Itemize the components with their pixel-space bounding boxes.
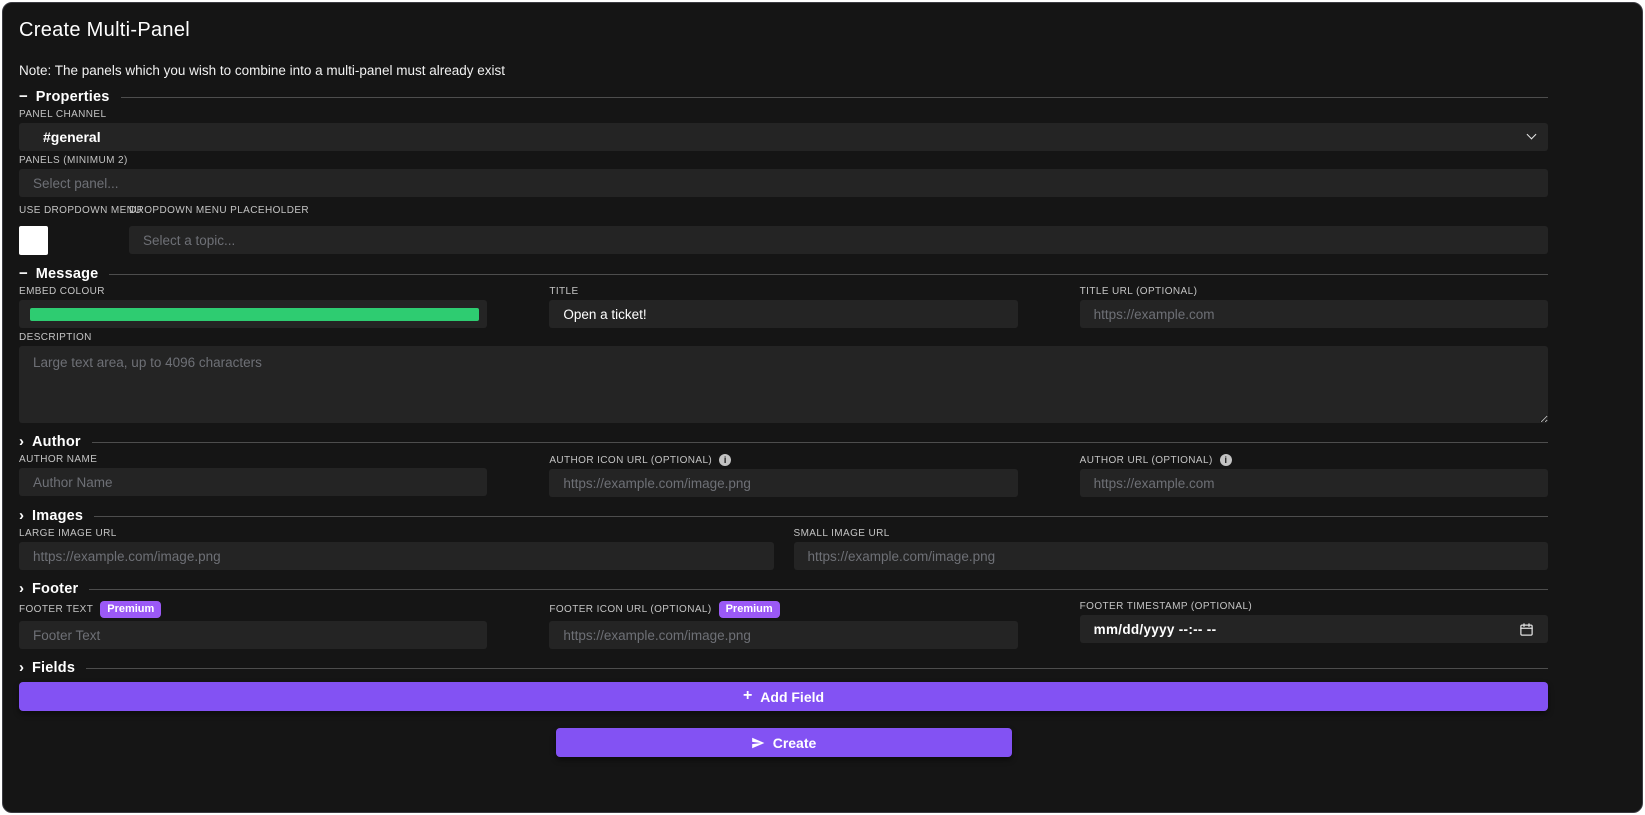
description-label: DESCRIPTION bbox=[19, 332, 92, 343]
form-content: Create Multi-Panel Note: The panels whic… bbox=[19, 3, 1548, 757]
large-image-url-input[interactable] bbox=[19, 542, 774, 570]
small-image-url-input[interactable] bbox=[793, 542, 1548, 570]
premium-badge: Premium bbox=[100, 601, 162, 618]
small-image-url-field: SMALL IMAGE URL bbox=[793, 524, 1548, 570]
title-url-label: TITLE URL (OPTIONAL) bbox=[1079, 286, 1198, 297]
section-label-properties: Properties bbox=[35, 89, 110, 105]
use-dropdown-menu-checkbox[interactable] bbox=[19, 226, 48, 255]
author-url-field: AUTHOR URL (OPTIONAL) i bbox=[1079, 450, 1548, 497]
collapse-minus-icon: − bbox=[19, 265, 28, 282]
author-url-label: AUTHOR URL (OPTIONAL) bbox=[1079, 454, 1213, 466]
footer-icon-url-label: FOOTER ICON URL (OPTIONAL) bbox=[549, 604, 712, 615]
embed-colour-field: EMBED COLOUR bbox=[19, 282, 488, 328]
section-label-footer: Footer bbox=[32, 581, 79, 597]
chevron-right-icon: › bbox=[19, 580, 24, 597]
footer-row: FOOTER TEXT Premium FOOTER ICON URL (OPT… bbox=[19, 597, 1548, 649]
title-field: TITLE bbox=[549, 282, 1018, 328]
section-header-footer[interactable]: › Footer bbox=[19, 581, 1548, 597]
footer-timestamp-field: FOOTER TIMESTAMP (OPTIONAL) mm/dd/yyyy -… bbox=[1079, 597, 1548, 649]
send-icon bbox=[751, 737, 765, 748]
section-rule bbox=[109, 273, 1548, 275]
images-row: LARGE IMAGE URL SMALL IMAGE URL bbox=[19, 524, 1548, 570]
chevron-right-icon: › bbox=[19, 433, 24, 450]
author-name-input[interactable] bbox=[19, 468, 488, 496]
premium-badge: Premium bbox=[718, 601, 780, 618]
section-label-images: Images bbox=[32, 508, 84, 524]
title-url-input[interactable] bbox=[1079, 300, 1548, 328]
use-dropdown-menu-label: USE DROPDOWN MENU bbox=[19, 205, 142, 216]
large-image-url-field: LARGE IMAGE URL bbox=[19, 524, 774, 570]
section-rule bbox=[86, 667, 1548, 669]
footer-text-label: FOOTER TEXT bbox=[19, 604, 94, 615]
footer-text-input[interactable] bbox=[19, 621, 488, 649]
section-header-images[interactable]: › Images bbox=[19, 508, 1548, 524]
message-row: EMBED COLOUR TITLE TITLE URL (OPTIONAL) bbox=[19, 282, 1548, 328]
dropdown-menu-row: USE DROPDOWN MENU DROPDOWN MENU PLACEHOL… bbox=[19, 201, 1548, 255]
datetime-value: mm/dd/yyyy --:-- -- bbox=[1093, 621, 1217, 637]
author-icon-url-label: AUTHOR ICON URL (OPTIONAL) bbox=[549, 454, 713, 466]
section-rule bbox=[120, 96, 1548, 98]
dropdown-menu-placeholder-label: DROPDOWN MENU PLACEHOLDER bbox=[129, 205, 310, 216]
footer-timestamp-input[interactable]: mm/dd/yyyy --:-- -- bbox=[1079, 615, 1548, 643]
title-url-field: TITLE URL (OPTIONAL) bbox=[1079, 282, 1548, 328]
chevron-right-icon: › bbox=[19, 659, 24, 676]
author-row: AUTHOR NAME AUTHOR ICON URL (OPTIONAL) i… bbox=[19, 450, 1548, 497]
section-rule bbox=[89, 588, 1548, 590]
section-label-author: Author bbox=[32, 434, 81, 450]
section-rule bbox=[94, 515, 1548, 517]
panel-channel-select-wrap: #general bbox=[19, 123, 1548, 151]
create-button-label: Create bbox=[772, 734, 817, 751]
footer-text-field: FOOTER TEXT Premium bbox=[19, 597, 488, 649]
footer-icon-url-field: FOOTER ICON URL (OPTIONAL) Premium bbox=[549, 597, 1018, 649]
footer-timestamp-label: FOOTER TIMESTAMP (OPTIONAL) bbox=[1079, 601, 1253, 612]
section-header-author[interactable]: › Author bbox=[19, 434, 1548, 450]
embed-colour-input[interactable] bbox=[19, 300, 488, 328]
small-image-url-label: SMALL IMAGE URL bbox=[793, 528, 890, 539]
section-header-properties[interactable]: − Properties bbox=[19, 89, 1548, 105]
dropdown-menu-placeholder-input[interactable] bbox=[129, 226, 1548, 254]
author-name-label: AUTHOR NAME bbox=[19, 454, 98, 465]
collapse-minus-icon: − bbox=[19, 88, 28, 105]
chevron-right-icon: › bbox=[19, 507, 24, 524]
panel-channel-label: PANEL CHANNEL bbox=[19, 109, 107, 120]
section-label-fields: Fields bbox=[32, 660, 76, 676]
author-icon-url-input[interactable] bbox=[549, 469, 1018, 497]
title-input[interactable] bbox=[549, 300, 1018, 328]
note-text: Note: The panels which you wish to combi… bbox=[19, 63, 505, 78]
section-header-message[interactable]: − Message bbox=[19, 266, 1548, 282]
add-field-button-label: Add Field bbox=[760, 688, 825, 705]
section-header-fields[interactable]: › Fields bbox=[19, 660, 1548, 676]
panels-label: PANELS (MINIMUM 2) bbox=[19, 155, 128, 166]
author-name-field: AUTHOR NAME bbox=[19, 450, 488, 497]
author-icon-url-field: AUTHOR ICON URL (OPTIONAL) i bbox=[549, 450, 1018, 497]
section-rule bbox=[91, 441, 1548, 443]
info-icon[interactable]: i bbox=[719, 454, 732, 466]
embed-colour-label: EMBED COLOUR bbox=[19, 286, 105, 297]
large-image-url-label: LARGE IMAGE URL bbox=[19, 528, 117, 539]
panels-input[interactable] bbox=[19, 169, 1548, 197]
add-field-button[interactable]: + Add Field bbox=[19, 682, 1548, 711]
author-url-input[interactable] bbox=[1079, 469, 1548, 497]
plus-icon: + bbox=[742, 687, 753, 704]
title-label: TITLE bbox=[549, 286, 579, 297]
create-multi-panel-card: Create Multi-Panel Note: The panels whic… bbox=[2, 2, 1643, 813]
page-title: Create Multi-Panel bbox=[19, 19, 191, 41]
embed-colour-swatch bbox=[30, 307, 480, 321]
description-textarea[interactable] bbox=[19, 346, 1548, 423]
panel-channel-select[interactable]: #general bbox=[19, 123, 1548, 151]
create-row: Create bbox=[19, 728, 1548, 757]
section-label-message: Message bbox=[35, 266, 99, 282]
info-icon[interactable]: i bbox=[1219, 454, 1232, 466]
footer-icon-url-input[interactable] bbox=[549, 621, 1018, 649]
create-button[interactable]: Create bbox=[555, 728, 1012, 757]
calendar-icon[interactable] bbox=[1519, 622, 1534, 637]
